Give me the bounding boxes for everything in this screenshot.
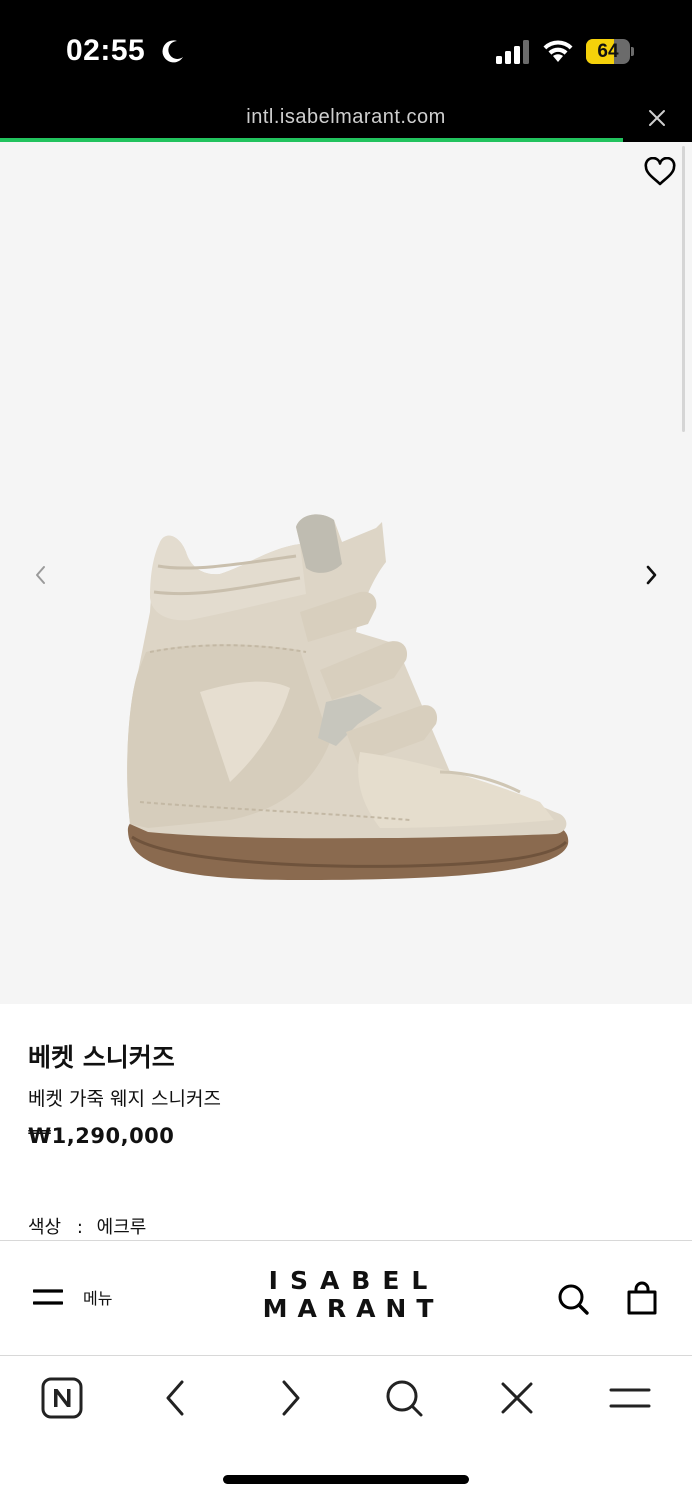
back-icon[interactable] [154, 1376, 198, 1420]
color-value: 에크루 [96, 1217, 147, 1238]
menu-label: 메뉴 [83, 1289, 113, 1308]
close-icon[interactable] [647, 108, 667, 128]
cellular-signal-icon [496, 40, 529, 64]
browser-toolbar [0, 1356, 692, 1500]
url-text[interactable]: intl.isabelmarant.com [0, 106, 692, 129]
naver-home-icon[interactable] [40, 1376, 84, 1420]
status-bar: 02:55 64 [0, 0, 692, 100]
home-indicator[interactable] [223, 1475, 469, 1484]
shopping-bag-icon[interactable] [626, 1281, 658, 1315]
brand-logo-line2: MARANT [262, 1294, 444, 1323]
browser-url-bar[interactable]: intl.isabelmarant.com [0, 100, 692, 138]
search-icon[interactable] [382, 1376, 426, 1420]
close-icon[interactable] [495, 1376, 539, 1420]
forward-icon[interactable] [268, 1376, 312, 1420]
wifi-icon [543, 40, 573, 62]
product-title: 베켓 스니커즈 [28, 1043, 175, 1072]
menu-icon[interactable] [608, 1376, 652, 1420]
product-subtitle: 베켓 가죽 웨지 스니커즈 [28, 1088, 221, 1110]
menu-icon [33, 1289, 63, 1305]
battery-tip [631, 47, 634, 56]
brand-logo[interactable]: ISABEL MARANT [232, 1267, 464, 1323]
heart-icon[interactable] [643, 157, 677, 187]
color-selector[interactable]: 색상 : 에크루 [28, 1213, 146, 1239]
battery-icon: 64 [586, 39, 634, 64]
status-time: 02:55 [66, 34, 146, 67]
menu-button[interactable]: 메뉴 [33, 1277, 112, 1317]
battery-body: 64 [586, 39, 630, 64]
moon-icon [162, 40, 183, 63]
product-image-gallery[interactable] [0, 142, 692, 1004]
product-price: ₩1,290,000 [28, 1124, 175, 1148]
chevron-right-icon[interactable] [640, 564, 662, 586]
chevron-left-icon[interactable] [30, 564, 52, 586]
brand-logo-line1: ISABEL [268, 1266, 440, 1295]
search-icon[interactable] [556, 1282, 590, 1316]
shoe-image [127, 514, 569, 880]
color-separator: : [76, 1217, 83, 1238]
scrollbar-thumb[interactable] [682, 146, 685, 432]
site-header: 메뉴 ISABEL MARANT [0, 1240, 692, 1356]
color-label: 색상 [28, 1217, 62, 1238]
battery-level: 64 [597, 41, 619, 62]
